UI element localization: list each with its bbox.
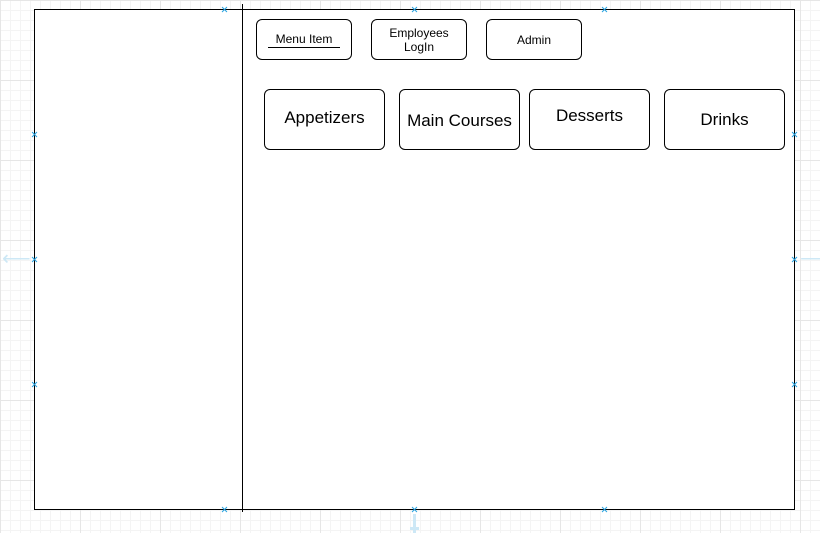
employees-login-label-line2: LogIn <box>403 39 435 54</box>
resize-handle-top-left[interactable] <box>222 7 227 12</box>
category-main-courses-label: Main Courses <box>407 110 512 130</box>
sidebar-divider <box>242 4 243 512</box>
admin-button[interactable]: Admin <box>486 19 582 60</box>
category-drinks-label: Drinks <box>700 110 749 129</box>
category-desserts-label: Desserts <box>555 106 624 125</box>
employees-login-button[interactable]: Employees LogIn <box>371 19 467 60</box>
category-drinks-button[interactable]: Drinks <box>664 89 785 150</box>
resize-handle-right-middle[interactable] <box>792 257 797 262</box>
employees-login-label: Employees LogIn <box>389 26 448 54</box>
connect-arrow-down-icon[interactable] <box>410 514 419 533</box>
main-window-frame <box>34 9 795 510</box>
employees-login-label-line1: Employees <box>389 25 449 40</box>
resize-handle-bottom-left[interactable] <box>222 507 227 512</box>
resize-handle-left-upper[interactable] <box>32 132 37 137</box>
category-appetizers-button[interactable]: Appetizers <box>264 89 385 150</box>
resize-handle-top-center[interactable] <box>412 7 417 12</box>
category-main-courses-button[interactable]: Main Courses <box>399 89 520 150</box>
resize-handle-left-lower[interactable] <box>32 382 37 387</box>
admin-label: Admin <box>516 32 551 47</box>
resize-handle-right-upper[interactable] <box>792 132 797 137</box>
connect-arrow-right-icon[interactable]: ⟶ <box>800 249 820 269</box>
resize-handle-top-right[interactable] <box>602 7 607 12</box>
menu-item-label: Menu Item <box>267 32 341 48</box>
resize-handle-left-middle[interactable] <box>32 257 37 262</box>
resize-handle-bottom-right[interactable] <box>602 507 607 512</box>
category-desserts-button[interactable]: Desserts <box>529 89 650 150</box>
category-appetizers-label: Appetizers <box>284 108 365 127</box>
menu-item-button[interactable]: Menu Item <box>256 19 352 60</box>
resize-handle-right-lower[interactable] <box>792 382 797 387</box>
resize-handle-bottom-center[interactable] <box>412 507 417 512</box>
connect-arrow-left-icon[interactable]: ⟵ <box>2 249 31 269</box>
